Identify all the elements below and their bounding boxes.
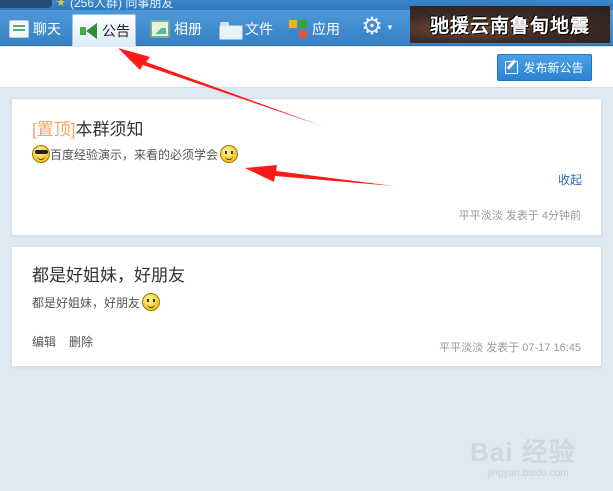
tab-chat-label: 聊天	[33, 21, 61, 37]
chevron-down-icon[interactable]: ▼	[386, 23, 394, 32]
window-title: (256人群) 同事朋友	[70, 0, 174, 10]
baidu-watermark: Bai 经验	[470, 437, 576, 467]
megaphone-icon	[78, 22, 98, 40]
announcement-meta: 平平淡淡 发表于 07-17 16:45	[439, 339, 581, 355]
titlebar-tab	[0, 0, 52, 8]
author-name: 平平淡淡	[439, 342, 484, 354]
tab-chat[interactable]: 聊天	[4, 14, 66, 44]
publish-notice-label: 发布新公告	[523, 61, 584, 75]
announcement-body: 百度经验演示，来看的必须学会	[32, 145, 239, 163]
announcement-actions: 编辑 删除	[32, 333, 93, 350]
tab-notice[interactable]: 公告	[72, 14, 136, 46]
announcement-title: [置顶]本群须知	[32, 115, 143, 140]
apps-icon	[288, 20, 308, 38]
author-name: 平平淡淡	[458, 210, 503, 222]
tab-notice-label: 公告	[102, 22, 130, 39]
edit-link[interactable]: 编辑	[32, 333, 56, 350]
announcement-title-text: 本群须知	[75, 120, 144, 139]
announcement-title: 都是好姐妹，好朋友	[32, 266, 185, 285]
smile-emoji-icon	[220, 145, 239, 163]
edit-icon	[505, 61, 519, 74]
announcement-meta: 平平淡淡 发表于 4分钟前	[459, 207, 581, 223]
tab-files[interactable]: 文件	[214, 14, 278, 44]
announcement-body-text: 都是好姐妹，好朋友	[32, 295, 141, 310]
tab-apps[interactable]: 应用	[283, 14, 345, 44]
folder-icon	[219, 20, 243, 40]
album-icon	[150, 20, 170, 38]
pinned-tag: [置顶]	[32, 120, 76, 139]
announcement-body: 都是好姐妹，好朋友	[32, 293, 161, 311]
tab-apps-label: 应用	[312, 21, 340, 37]
tab-album[interactable]: 相册	[145, 14, 207, 44]
earthquake-relief-banner[interactable]: 驰援云南鲁甸地震	[410, 6, 610, 43]
collapse-link[interactable]: 收起	[558, 171, 582, 188]
cool-emoji-icon	[32, 145, 50, 163]
published-label: 发表于	[486, 342, 520, 354]
publish-notice-button[interactable]: 发布新公告	[497, 54, 592, 81]
tab-files-label: 文件	[245, 21, 273, 37]
tab-album-label: 相册	[174, 21, 202, 37]
published-label: 发表于	[505, 210, 539, 222]
publish-time: 4分钟前	[541, 210, 581, 222]
baidu-watermark-url: jingyan.baidu.com	[488, 468, 569, 479]
star-icon: ★	[56, 0, 66, 9]
announcement-body-text: 百度经验演示，来看的必须学会	[50, 147, 219, 162]
chat-icon	[9, 20, 29, 38]
gear-icon[interactable]: ⚙	[360, 15, 384, 39]
smile-emoji-icon	[142, 293, 161, 311]
delete-link[interactable]: 删除	[69, 333, 93, 350]
announcement-card-pinned: [置顶]本群须知 百度经验演示，来看的必须学会 收起 平平淡淡 发表于 4分钟前	[11, 98, 602, 236]
publish-time: 07-17 16:45	[522, 342, 581, 354]
announcement-card: 都是好姐妹，好朋友 都是好姐妹，好朋友 编辑 删除 平平淡淡 发表于 07-17…	[11, 246, 602, 367]
